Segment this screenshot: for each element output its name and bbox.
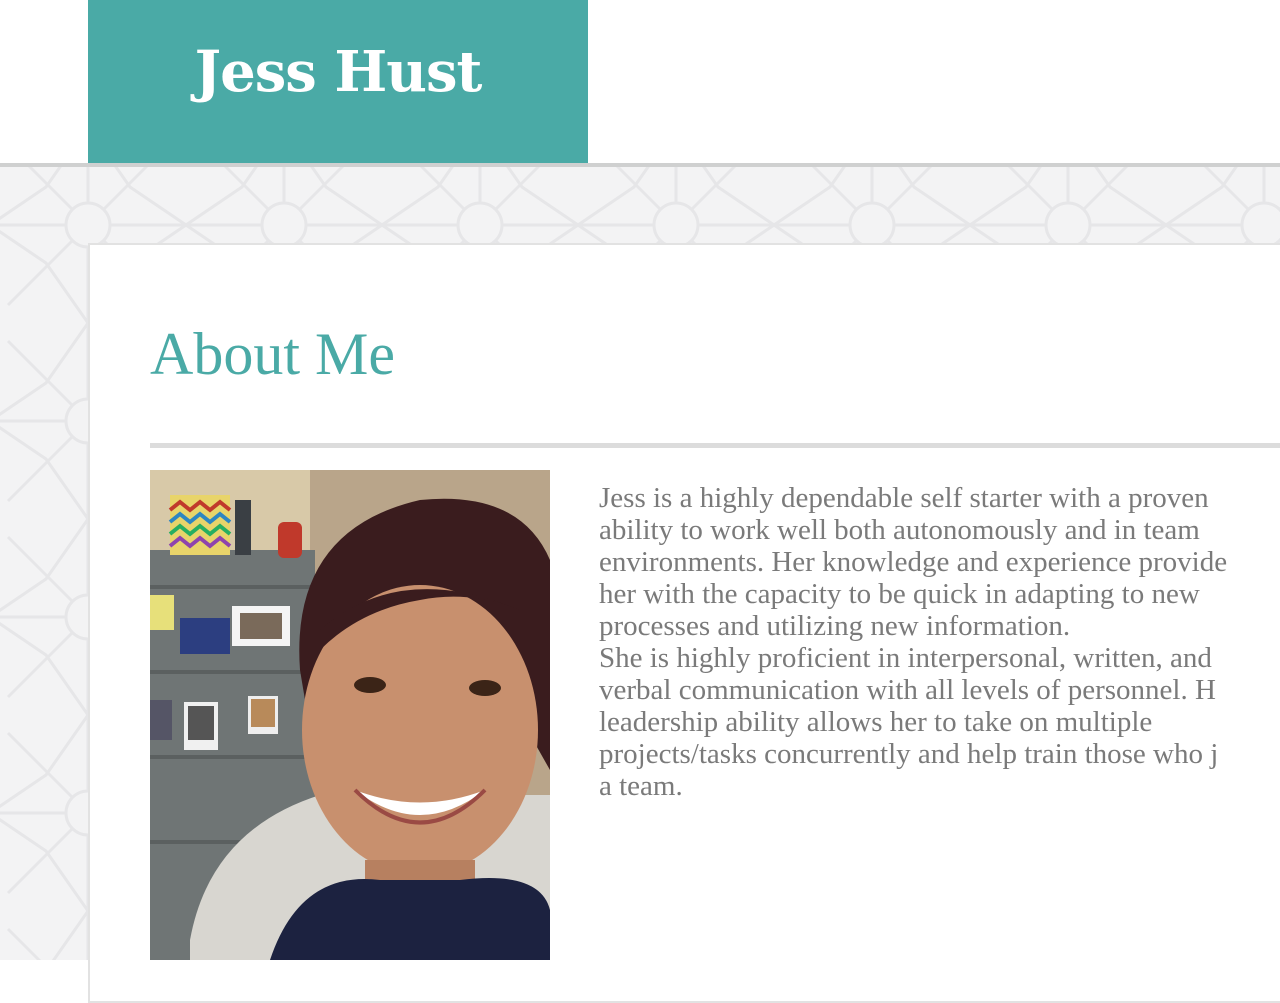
- bio-line: She is highly proficient in interpersona…: [599, 642, 1212, 674]
- bio-line: her with the capacity to be quick in ada…: [599, 578, 1200, 610]
- profile-photo: [150, 470, 550, 960]
- bio-line: environments. Her knowledge and experien…: [599, 546, 1228, 578]
- page-title: About Me: [150, 321, 395, 387]
- bio-line: projects/tasks concurrently and help tra…: [599, 738, 1219, 770]
- portrait-image-icon: [150, 470, 550, 960]
- site-header: Jess Hust: [0, 0, 1280, 163]
- site-logo-block[interactable]: Jess Hust: [88, 0, 588, 163]
- site-name[interactable]: Jess Hust: [195, 39, 483, 105]
- bio-line: processes and utilizing new information.: [599, 610, 1071, 642]
- title-divider: [150, 443, 1280, 448]
- bio-text: Jess is a highly dependable self starter…: [599, 482, 1280, 802]
- bio-line: leadership ability allows her to take on…: [599, 706, 1153, 738]
- bio-line: Jess is a highly dependable self starter…: [599, 482, 1209, 514]
- bio-line: a team.: [599, 770, 683, 802]
- bio-line: verbal communication with all levels of …: [599, 674, 1216, 706]
- bio-line: ability to work well both autonomously a…: [599, 514, 1200, 546]
